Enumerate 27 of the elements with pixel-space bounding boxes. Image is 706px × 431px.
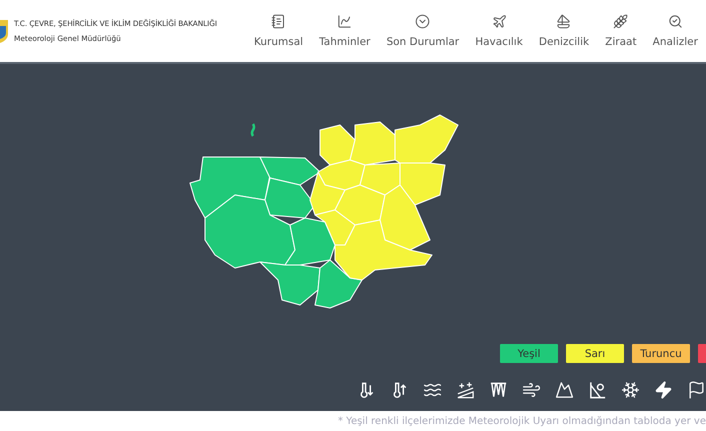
mountain-icon[interactable]	[555, 380, 574, 400]
nav-item[interactable]: Denizcilik	[536, 14, 592, 48]
plane-icon	[492, 14, 506, 29]
sailboat-icon	[556, 14, 572, 29]
legend-chip: Yeşil	[500, 344, 558, 363]
nav-item[interactable]: Ziraat	[603, 14, 639, 48]
search-icon	[668, 14, 683, 29]
snowy-field-icon[interactable]	[456, 380, 475, 400]
notebook-icon	[271, 14, 286, 29]
logo-icon	[0, 18, 9, 44]
lightning-icon[interactable]	[654, 380, 673, 400]
wheat-icon	[613, 14, 628, 29]
icicle-icon[interactable]	[489, 380, 508, 400]
nav-item[interactable]: Kurumsal	[252, 14, 306, 48]
legend-chip: Sarı	[566, 344, 624, 363]
nav-item[interactable]: Tahminler	[317, 14, 372, 48]
snowflake-icon[interactable]	[621, 380, 640, 400]
chevron-circle-icon	[415, 14, 430, 29]
footnote-text: * Yeşil renkli ilçelerimizde Meteorolojik Uyarı olmadığından tabloda yer ve	[338, 416, 706, 426]
nav-item[interactable]: Analizler	[650, 14, 700, 48]
line-chart-icon	[337, 14, 352, 29]
flag-icon[interactable]	[687, 380, 706, 400]
rockfall-icon[interactable]	[588, 380, 607, 400]
nav-item[interactable]: Son Durumlar	[384, 14, 462, 48]
legend-chip: Turuncu	[632, 344, 690, 363]
nav-item[interactable]: Havacılık	[473, 14, 525, 48]
wind-icon[interactable]	[522, 380, 541, 400]
